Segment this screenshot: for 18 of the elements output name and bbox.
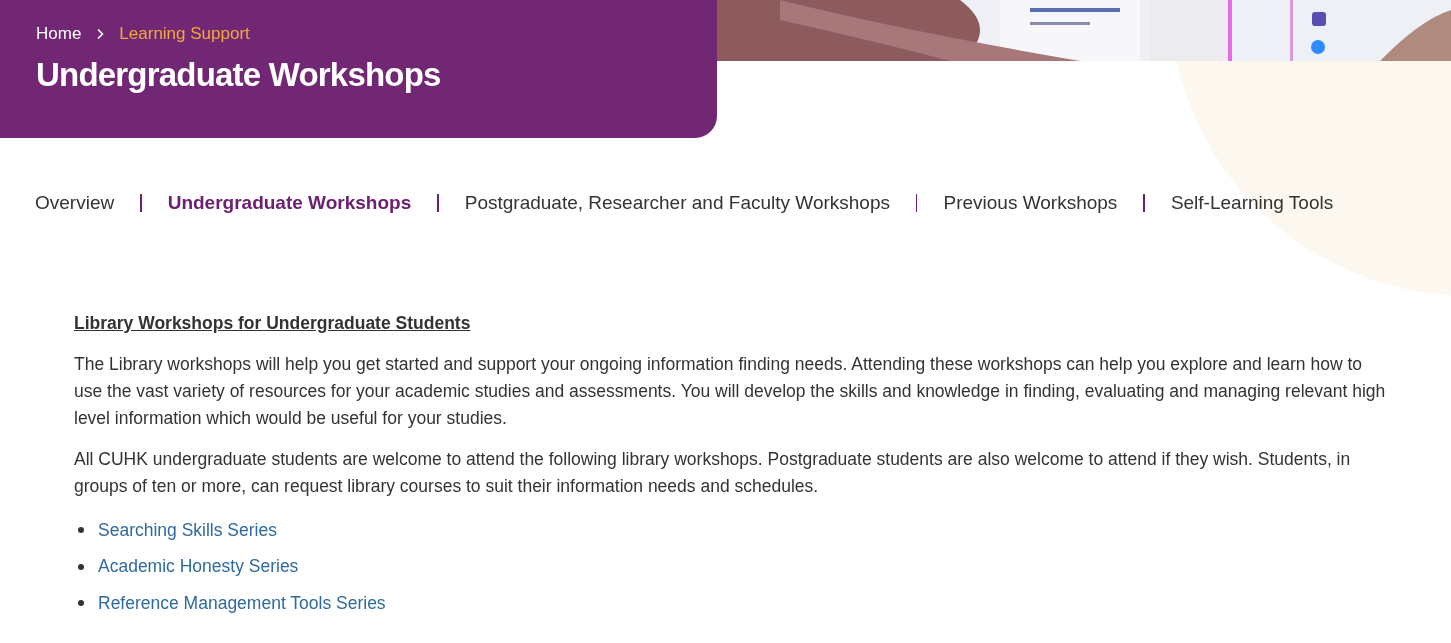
bullet-icon <box>78 527 84 534</box>
nav-tab[interactable]: Postgraduate, Researcher and Faculty Workshops <box>464 192 890 214</box>
paragraph: The Library workshops will help you get started and support your ongoing information finding needs. Attending these workshops can help you explore and learn how to use the vast variety of resources for your academic studies and assessments. You will develop the skills and knowledge in finding, evaluating and managing relevant high level information which would be useful for your studies. <box>74 353 1387 430</box>
nav-tab[interactable]: Overview <box>35 192 115 214</box>
bullet-icon <box>78 600 84 607</box>
page-title: Undergraduate Workshops <box>36 56 442 94</box>
series-link[interactable]: Reference Management Tools Series <box>98 589 386 617</box>
chevron-right-icon <box>95 28 106 40</box>
section-heading: Library Workshops for Undergraduate Students <box>74 312 471 335</box>
paragraph: All CUHK undergraduate students are welcome to attend the following library workshops. Postgraduate students are also welcome to attend if they wish. Students, in groups of ten or more, can request library courses to suit their information needs and schedules. <box>74 448 1352 498</box>
bullet-icon <box>78 563 84 570</box>
breadcrumb-link[interactable]: Learning Support <box>119 24 250 44</box>
nav-tab[interactable]: Previous Workshops <box>943 192 1118 214</box>
series-link[interactable]: Searching Skills Series <box>98 516 277 544</box>
nav-tab[interactable]: Undergraduate Workshops <box>167 192 412 214</box>
breadcrumb-link[interactable]: Home <box>36 24 82 44</box>
nav-tab[interactable]: Self-Learning Tools <box>1170 192 1334 214</box>
series-link[interactable]: Academic Honesty Series <box>98 553 299 581</box>
